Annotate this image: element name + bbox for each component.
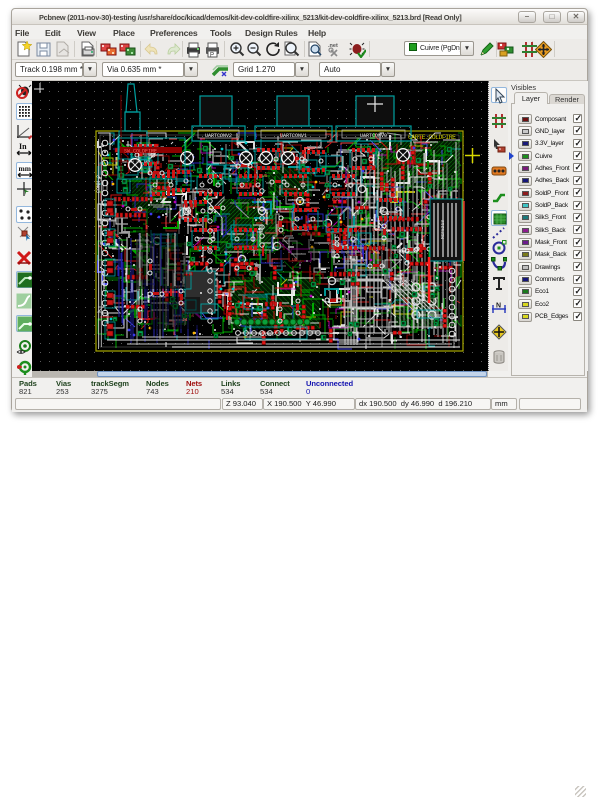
svg-text:SW_COLDFIRE: SW_COLDFIRE <box>124 149 157 155</box>
svg-text:P: P <box>210 53 214 59</box>
svg-text:UARTCONV1: UARTCONV1 <box>280 133 307 139</box>
svg-text:UARTCONV2: UARTCONV2 <box>205 133 232 139</box>
svg-text:J4: J4 <box>182 317 188 323</box>
svg-text:U5: U5 <box>262 173 268 179</box>
svg-text:R12: R12 <box>332 197 340 203</box>
svg-text:N: N <box>496 303 501 310</box>
svg-text:C1: C1 <box>152 187 158 193</box>
svg-text:CONN_2: CONN_2 <box>96 175 102 193</box>
svg-text:CARTE.COLDFIRE: CARTE.COLDFIRE <box>408 134 456 141</box>
svg-text:mm: mm <box>19 164 32 173</box>
svg-text:SW-3V SW-5V: SW-3V SW-5V <box>122 161 149 165</box>
svg-text:UARTCONV0: UARTCONV0 <box>360 133 387 139</box>
svg-text:U8: U8 <box>292 257 298 263</box>
svg-text:C22: C22 <box>372 227 380 233</box>
svg-text:MCF5213: MCF5213 <box>440 220 446 239</box>
svg-text:In: In <box>19 142 27 151</box>
svg-text:MCONT: MCONT <box>258 331 275 338</box>
svg-text:Q3: Q3 <box>212 227 218 233</box>
